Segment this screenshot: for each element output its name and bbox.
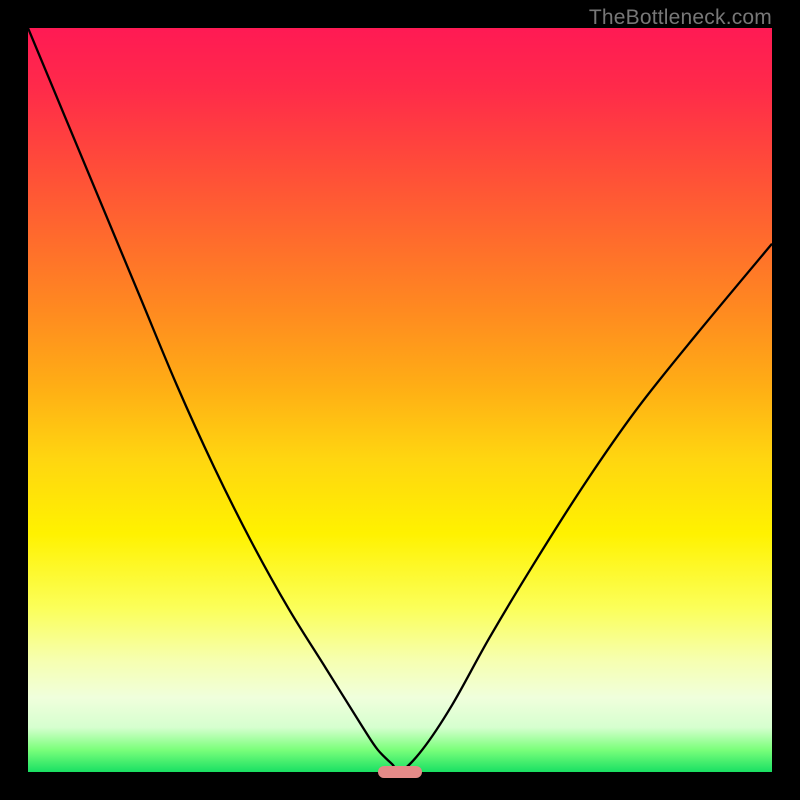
curve-svg: [28, 28, 772, 772]
plot-area: [28, 28, 772, 772]
min-marker: [378, 766, 423, 778]
watermark-text: TheBottleneck.com: [589, 6, 772, 30]
curve-path: [28, 28, 772, 772]
chart-frame: TheBottleneck.com: [0, 0, 800, 800]
